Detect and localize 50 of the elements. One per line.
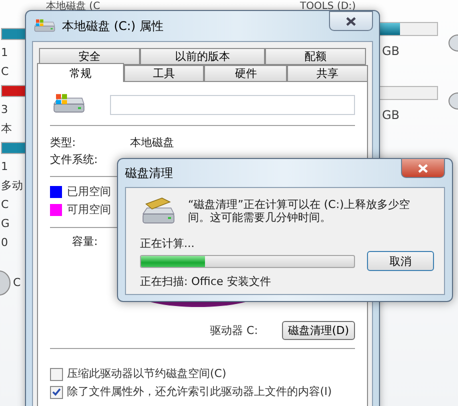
close-button[interactable] — [401, 158, 445, 178]
field-label: 类型: — [50, 135, 77, 150]
checkbox-label: 除了文件属性外，还允许索引此驱动器上文件的内容(I) — [67, 386, 332, 398]
drive-label: 本地磁盘 (C — [46, 1, 100, 13]
legend-label: 可用空间 — [67, 204, 111, 216]
drive-name-field[interactable] — [110, 94, 355, 115]
disk-cleanup-icon — [140, 196, 176, 226]
checkbox-label: 压缩此驱动器以节约磁盘空间(C) — [67, 368, 226, 380]
tab[interactable]: 硬件 — [204, 65, 288, 82]
tab[interactable]: 工具 — [124, 65, 204, 82]
dialog-title: 磁盘清理 — [125, 164, 173, 182]
drive-icon — [448, 34, 458, 52]
close-button[interactable] — [329, 11, 373, 31]
drive-size: GB — [382, 108, 400, 122]
drive-size: GB — [382, 44, 400, 58]
drive-label: 本 — [1, 123, 13, 135]
checkbox[interactable] — [50, 386, 63, 399]
checkmark-icon — [52, 388, 61, 396]
capacity-label: 容量: — [72, 234, 98, 250]
tab[interactable]: 以前的版本 — [140, 48, 266, 65]
close-icon — [346, 16, 356, 26]
close-icon — [418, 164, 428, 172]
tab[interactable]: 配额 — [265, 48, 366, 65]
cancel-button[interactable]: 取消 — [366, 251, 434, 271]
drive-label: C — [1, 66, 10, 78]
checkbox[interactable] — [50, 368, 63, 381]
disc-drive-icon — [0, 270, 11, 296]
tab[interactable]: 共享 — [287, 65, 368, 82]
drive-label: 3 — [1, 104, 9, 116]
scan-status: 正在扫描: Office 安装文件 — [140, 274, 272, 289]
disk-cleanup-button[interactable]: 磁盘清理(D) — [282, 321, 355, 340]
cleanup-message: “磁盘清理”正在计算可以在 (C:)上释放多少空间。这可能需要几分钟时间。 — [188, 198, 411, 224]
field-label: 文件系统: — [50, 152, 99, 168]
drive-label: 1 — [1, 47, 9, 59]
drive-label: C — [13, 277, 21, 289]
window-drive-icon — [32, 18, 56, 34]
drive-label: 多动 — [1, 180, 24, 192]
drive-label: 0 — [1, 237, 9, 249]
legend-label: 已用空间 — [67, 186, 111, 198]
drive-label: TOOLS (D:) — [300, 1, 356, 13]
drive-label: 1 — [1, 161, 9, 173]
tab[interactable]: 常规 — [37, 63, 124, 82]
tab[interactable]: 安全 — [39, 48, 140, 65]
field-value: 本地磁盘 — [130, 135, 174, 150]
drive-label: G — [1, 218, 11, 230]
window-title: 本地磁盘 (C:) 属性 — [62, 18, 164, 34]
drive-icon — [448, 92, 458, 110]
drive-label: C — [1, 199, 10, 211]
status-text: 正在计算... — [140, 236, 196, 251]
drive-label: 驱动器 C: — [210, 324, 258, 337]
